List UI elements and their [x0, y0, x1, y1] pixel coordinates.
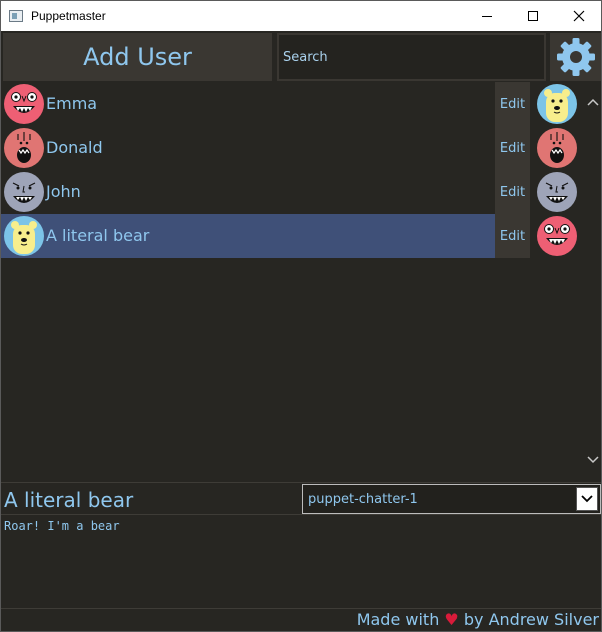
user-row[interactable]: John Edit — [1, 170, 584, 214]
yellow-bear-face-icon — [4, 216, 44, 256]
settings-button[interactable] — [550, 33, 601, 81]
minimize-icon — [482, 15, 492, 17]
grey-monster-face-icon — [4, 172, 44, 212]
grey-monster-face-icon — [537, 172, 577, 212]
title-bar[interactable]: Puppetmaster — [1, 1, 601, 31]
user-row[interactable]: Emma Edit — [1, 82, 584, 126]
gear-icon — [556, 38, 595, 76]
footer-credit: Made with ♥ by Andrew Silver — [357, 609, 599, 631]
puppet-avatar-button[interactable] — [537, 84, 577, 124]
puppet-avatar-button[interactable] — [537, 216, 577, 256]
chevron-down-icon — [581, 495, 593, 503]
avatar — [4, 172, 44, 212]
footer-prefix: Made with — [356, 610, 440, 629]
search-input[interactable] — [277, 33, 546, 81]
chevron-down-icon — [587, 456, 599, 464]
salmon-monster-face-icon — [4, 128, 44, 168]
user-name: John — [46, 182, 81, 201]
chevron-up-icon — [587, 98, 599, 106]
user-name: A literal bear — [46, 226, 150, 245]
avatar — [4, 84, 44, 124]
pink-monster-face-icon — [537, 216, 577, 256]
yellow-bear-face-icon — [537, 84, 577, 124]
minimize-button[interactable] — [464, 1, 510, 31]
footer-suffix: by Andrew Silver — [463, 610, 599, 629]
user-name: Emma — [46, 94, 98, 113]
dropdown-button[interactable] — [576, 487, 598, 511]
maximize-icon — [528, 11, 538, 21]
edit-user-button[interactable]: Edit — [495, 170, 530, 214]
scrollbar[interactable] — [585, 82, 601, 482]
scroll-up-button[interactable] — [585, 94, 601, 110]
puppet-select[interactable]: puppet-chatter-1 — [302, 484, 601, 514]
user-row[interactable]: Donald Edit — [1, 126, 584, 170]
divider — [1, 482, 601, 483]
puppet-avatar-button[interactable] — [537, 128, 577, 168]
puppet-avatar-button[interactable] — [537, 172, 577, 212]
selected-user-name: A literal bear — [4, 488, 134, 512]
user-row[interactable]: A literal bear Edit — [1, 214, 584, 258]
user-name: Donald — [46, 138, 103, 157]
window-title: Puppetmaster — [31, 9, 106, 23]
app-window: Puppetmaster Add User Emm — [0, 0, 602, 632]
pink-monster-face-icon — [4, 84, 44, 124]
salmon-monster-face-icon — [537, 128, 577, 168]
edit-user-button[interactable]: Edit — [495, 82, 530, 126]
close-icon — [573, 10, 585, 22]
avatar — [4, 216, 44, 256]
user-row-name-area[interactable]: John — [1, 170, 495, 214]
edit-user-button[interactable]: Edit — [495, 214, 530, 258]
maximize-button[interactable] — [510, 1, 556, 31]
message-text[interactable]: Roar! I'm a bear — [4, 519, 599, 607]
add-user-button[interactable]: Add User — [3, 33, 272, 81]
divider — [1, 514, 601, 515]
puppet-select-value: puppet-chatter-1 — [308, 491, 418, 507]
user-row-name-area[interactable]: A literal bear — [1, 214, 495, 258]
user-row-name-area[interactable]: Emma — [1, 82, 495, 126]
user-list: Emma Edit Donald Edit John Edit A litera… — [1, 82, 584, 482]
user-row-name-area[interactable]: Donald — [1, 126, 495, 170]
app-icon — [9, 10, 23, 22]
scroll-down-button[interactable] — [585, 452, 601, 468]
heart-icon: ♥ — [444, 610, 459, 629]
edit-user-button[interactable]: Edit — [495, 126, 530, 170]
close-button[interactable] — [556, 1, 602, 31]
avatar — [4, 128, 44, 168]
